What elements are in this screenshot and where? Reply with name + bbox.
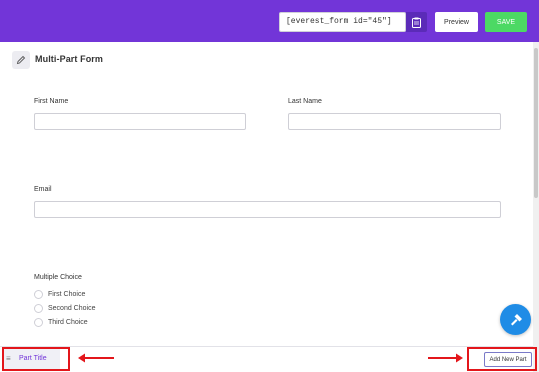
first-name-label: First Name — [34, 98, 69, 105]
builder-fab-button[interactable] — [500, 304, 531, 335]
multiple-choice-label: Multiple Choice — [34, 274, 82, 281]
choice-label: Third Choice — [48, 319, 88, 326]
preview-button[interactable]: Preview — [435, 12, 478, 32]
first-name-input[interactable] — [34, 113, 246, 130]
choice-label: Second Choice — [48, 305, 96, 312]
choice-radio[interactable] — [34, 290, 43, 299]
choice-radio[interactable] — [34, 304, 43, 313]
part-title[interactable]: Part Title — [19, 355, 47, 362]
clipboard-icon — [412, 17, 421, 28]
email-input[interactable] — [34, 201, 501, 218]
add-new-part-button[interactable]: Add New Part — [484, 352, 532, 367]
choice-radio[interactable] — [34, 318, 43, 327]
form-canvas — [0, 42, 533, 346]
form-title: Multi-Part Form — [35, 54, 103, 64]
last-name-input[interactable] — [288, 113, 501, 130]
drag-handle-icon[interactable]: ≡ — [6, 355, 11, 363]
save-button[interactable]: SAVE — [485, 12, 527, 32]
edit-title-button[interactable] — [12, 51, 30, 69]
hammer-icon — [510, 313, 522, 325]
email-label: Email — [34, 186, 52, 193]
choice-label: First Choice — [48, 291, 86, 298]
scrollbar-thumb[interactable] — [534, 48, 538, 198]
shortcode-field[interactable]: [everest_form id="45"] — [279, 12, 406, 32]
left-annotation-arrow-icon — [78, 353, 114, 363]
copy-shortcode-button[interactable] — [406, 12, 427, 32]
pencil-icon — [16, 55, 26, 65]
right-annotation-arrow-icon — [428, 353, 463, 363]
last-name-label: Last Name — [288, 98, 322, 105]
